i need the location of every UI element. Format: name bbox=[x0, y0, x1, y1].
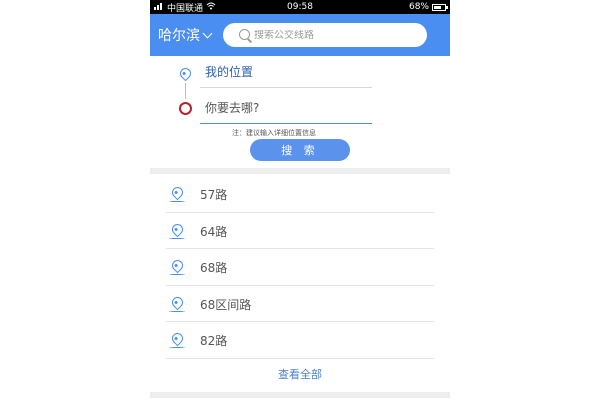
battery-percent: 68% bbox=[408, 2, 429, 12]
destination-circle-icon bbox=[179, 102, 192, 115]
list-item[interactable]: 68区间路 bbox=[150, 286, 450, 323]
search-icon bbox=[239, 28, 252, 42]
status-bar: 中国联通 09:58 68% bbox=[150, 0, 450, 14]
section-divider bbox=[150, 168, 450, 174]
view-all-link[interactable]: 查看全部 bbox=[150, 366, 450, 382]
list-item[interactable]: 64路 bbox=[150, 213, 450, 250]
city-name: 哈尔滨 bbox=[158, 28, 200, 44]
location-pin-icon bbox=[169, 331, 186, 347]
app-header: 哈尔滨 bbox=[150, 14, 450, 56]
route-name: 64路 bbox=[200, 224, 228, 239]
pin-base bbox=[169, 346, 185, 349]
section-divider bbox=[150, 392, 450, 398]
location-pin-icon bbox=[169, 184, 186, 201]
chevron-down-icon bbox=[202, 28, 213, 38]
bus-line-search-input[interactable] bbox=[254, 29, 404, 41]
carrier-label: 中国联通 bbox=[167, 3, 204, 14]
destination-placeholder: 你要去哪? bbox=[205, 101, 260, 115]
route-name: 68路 bbox=[200, 261, 228, 276]
input-hint: 注：建议输入详细位置信息 bbox=[232, 129, 316, 137]
city-selector[interactable]: 哈尔滨 bbox=[158, 25, 213, 45]
destination-field[interactable]: 你要去哪? bbox=[200, 94, 372, 124]
status-left: 中国联通 bbox=[154, 1, 216, 14]
origin-value: 我的位置 bbox=[205, 65, 254, 79]
bus-line-search-box[interactable] bbox=[223, 23, 427, 47]
battery-icon bbox=[432, 3, 448, 11]
route-connector-line bbox=[185, 83, 186, 99]
search-button[interactable]: 搜 索 bbox=[250, 139, 350, 161]
list-item[interactable]: 68路 bbox=[150, 249, 450, 286]
pin-base bbox=[169, 310, 185, 312]
pin-base bbox=[169, 273, 185, 276]
recent-routes-list: 57路 64路 68路 68区间路 82路 bbox=[150, 176, 450, 359]
location-pin-icon bbox=[169, 257, 186, 274]
route-name: 82路 bbox=[200, 334, 228, 349]
pin-base bbox=[169, 200, 185, 202]
pin-base bbox=[169, 237, 185, 239]
list-item[interactable]: 82路 bbox=[150, 322, 450, 359]
origin-field[interactable]: 我的位置 bbox=[200, 60, 372, 88]
location-pin-icon bbox=[169, 221, 186, 237]
battery-fill bbox=[434, 5, 441, 9]
signal-icon bbox=[154, 2, 164, 13]
location-pin-icon bbox=[177, 65, 194, 82]
wifi-icon bbox=[206, 2, 216, 13]
location-pin-icon bbox=[169, 294, 186, 311]
route-name: 68区间路 bbox=[200, 297, 252, 312]
route-name: 57路 bbox=[200, 188, 228, 202]
list-item[interactable]: 57路 bbox=[150, 176, 450, 213]
status-right: 68% bbox=[408, 2, 448, 12]
phone-screen: 中国联通 09:58 68% 哈尔滨 我的位置 你要去哪? 注：建议输入详细 bbox=[150, 0, 450, 400]
divider bbox=[166, 357, 434, 359]
